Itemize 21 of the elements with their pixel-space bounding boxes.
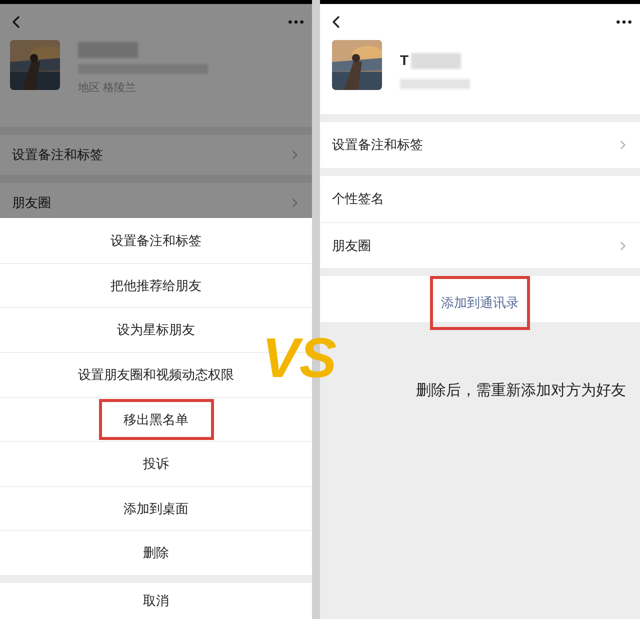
blurred-region — [400, 79, 470, 89]
add-contact-button[interactable]: 添加到通讯录 — [430, 276, 530, 330]
vs-mark: VS — [262, 330, 337, 386]
menu-item[interactable]: 设置备注和标签 — [110, 230, 202, 250]
menu-item[interactable]: 把他推荐给朋友 — [110, 276, 202, 296]
contact-name: T — [400, 51, 409, 70]
blurred-name — [78, 42, 138, 58]
menu-item[interactable]: 移出黑名单 — [98, 398, 214, 440]
menu-item[interactable]: 投诉 — [143, 454, 169, 474]
menu-item[interactable]: 删除 — [143, 543, 169, 563]
blurred-name — [410, 52, 461, 68]
menu-item[interactable]: 设置朋友圈和视频动态权限 — [78, 365, 234, 385]
settings-row[interactable]: 设置备注和标签 — [320, 122, 640, 168]
note-text: 删除后，需重新添加对方为好友 — [416, 381, 626, 401]
menu-item[interactable]: 设为星标朋友 — [117, 320, 195, 340]
cancel-button[interactable]: 取消 — [0, 583, 312, 619]
settings-row[interactable]: 个性签名 — [320, 176, 640, 222]
settings-row[interactable]: 朋友圈 — [320, 222, 640, 268]
settings-row[interactable]: 设置备注和标签 — [0, 134, 312, 174]
menu-item[interactable]: 添加到桌面 — [124, 498, 188, 518]
region-text: 地区 格陵兰 — [78, 80, 138, 96]
